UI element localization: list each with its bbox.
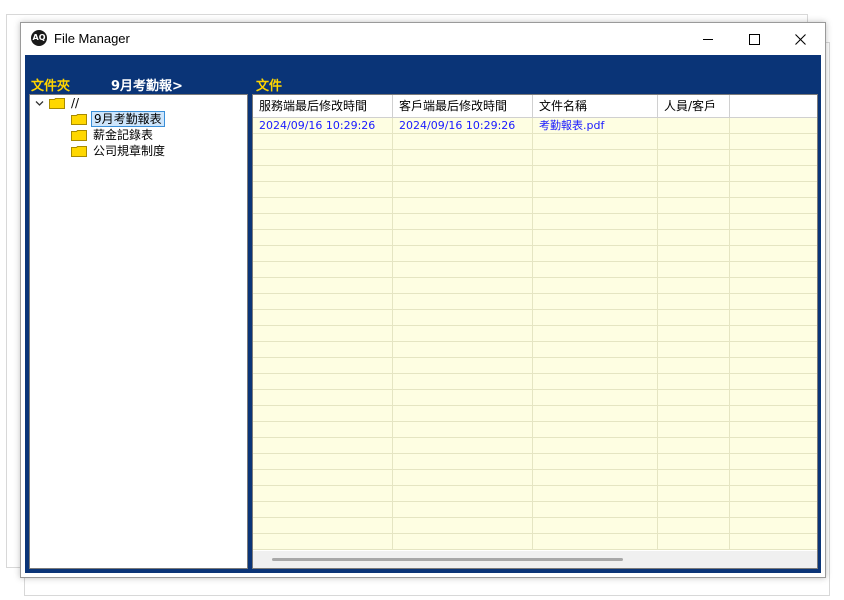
- cell-file-name: 考勤報表.pdf: [539, 119, 605, 132]
- folder-icon: [71, 145, 87, 157]
- current-path: 9月考勤報>: [111, 79, 183, 94]
- minimize-icon: [703, 39, 713, 40]
- maximize-icon: [748, 33, 760, 45]
- column-divider: [532, 118, 533, 550]
- grid-body[interactable]: 2024/09/16 10:29:26 2024/09/16 10:29:26 …: [253, 118, 817, 550]
- folder-tree[interactable]: // 9月考勤報表 薪金記錄表 公司規章制度: [29, 94, 248, 569]
- column-header-file-name[interactable]: 文件名稱: [533, 95, 658, 117]
- grid-header: 服務端最后修改時間 客戶端最后修改時間 文件名稱 人員/客戶: [253, 95, 817, 118]
- tree-item-label: 薪金記錄表: [93, 128, 154, 142]
- tree-root[interactable]: //: [35, 95, 81, 111]
- column-divider: [729, 118, 730, 550]
- scrollbar-thumb[interactable]: [272, 558, 623, 561]
- column-divider: [392, 118, 393, 550]
- title-bar[interactable]: AQ File Manager: [21, 23, 825, 55]
- tree-item-salary[interactable]: 薪金記錄表: [71, 127, 155, 143]
- minimize-button[interactable]: [685, 23, 731, 55]
- close-icon: [794, 33, 806, 45]
- column-header-client-modified[interactable]: 客戶端最后修改時間: [393, 95, 533, 117]
- column-header-person[interactable]: 人員/客戶: [658, 95, 730, 117]
- column-header-server-modified[interactable]: 服務端最后修改時間: [253, 95, 393, 117]
- folders-heading: 文件夾: [31, 79, 71, 94]
- close-button[interactable]: [777, 23, 823, 55]
- horizontal-scrollbar[interactable]: [253, 551, 817, 568]
- app-logo-icon: AQ: [31, 30, 47, 46]
- cell-client-modified: 2024/09/16 10:29:26: [399, 119, 516, 132]
- tree-item-label: 9月考勤報表: [91, 111, 165, 127]
- files-heading: 文件: [256, 79, 283, 94]
- file-grid[interactable]: 服務端最后修改時間 客戶端最后修改時間 文件名稱 人員/客戶 2024/09/1…: [252, 94, 818, 569]
- cell-server-modified: 2024/09/16 10:29:26: [259, 119, 376, 132]
- client-area: 文件夾 9月考勤報> 文件 // 9月考勤報表 薪金記錄表 公司規章制度 服務端…: [25, 55, 821, 573]
- folder-open-icon: [49, 97, 65, 109]
- file-manager-window: AQ File Manager 文件夾 9月考勤報> 文件 // 9月考勤報表 …: [20, 22, 826, 578]
- cell-person: [658, 118, 664, 134]
- tree-root-label: //: [71, 96, 80, 110]
- folder-icon: [71, 129, 87, 141]
- tree-item-label: 公司規章制度: [93, 144, 166, 158]
- chevron-down-icon[interactable]: [35, 99, 44, 108]
- maximize-button[interactable]: [731, 23, 777, 55]
- folder-icon: [71, 113, 87, 125]
- window-title: File Manager: [54, 31, 130, 46]
- column-divider: [657, 118, 658, 550]
- tree-item-attendance[interactable]: 9月考勤報表: [71, 111, 165, 127]
- tree-item-policies[interactable]: 公司規章制度: [71, 143, 167, 159]
